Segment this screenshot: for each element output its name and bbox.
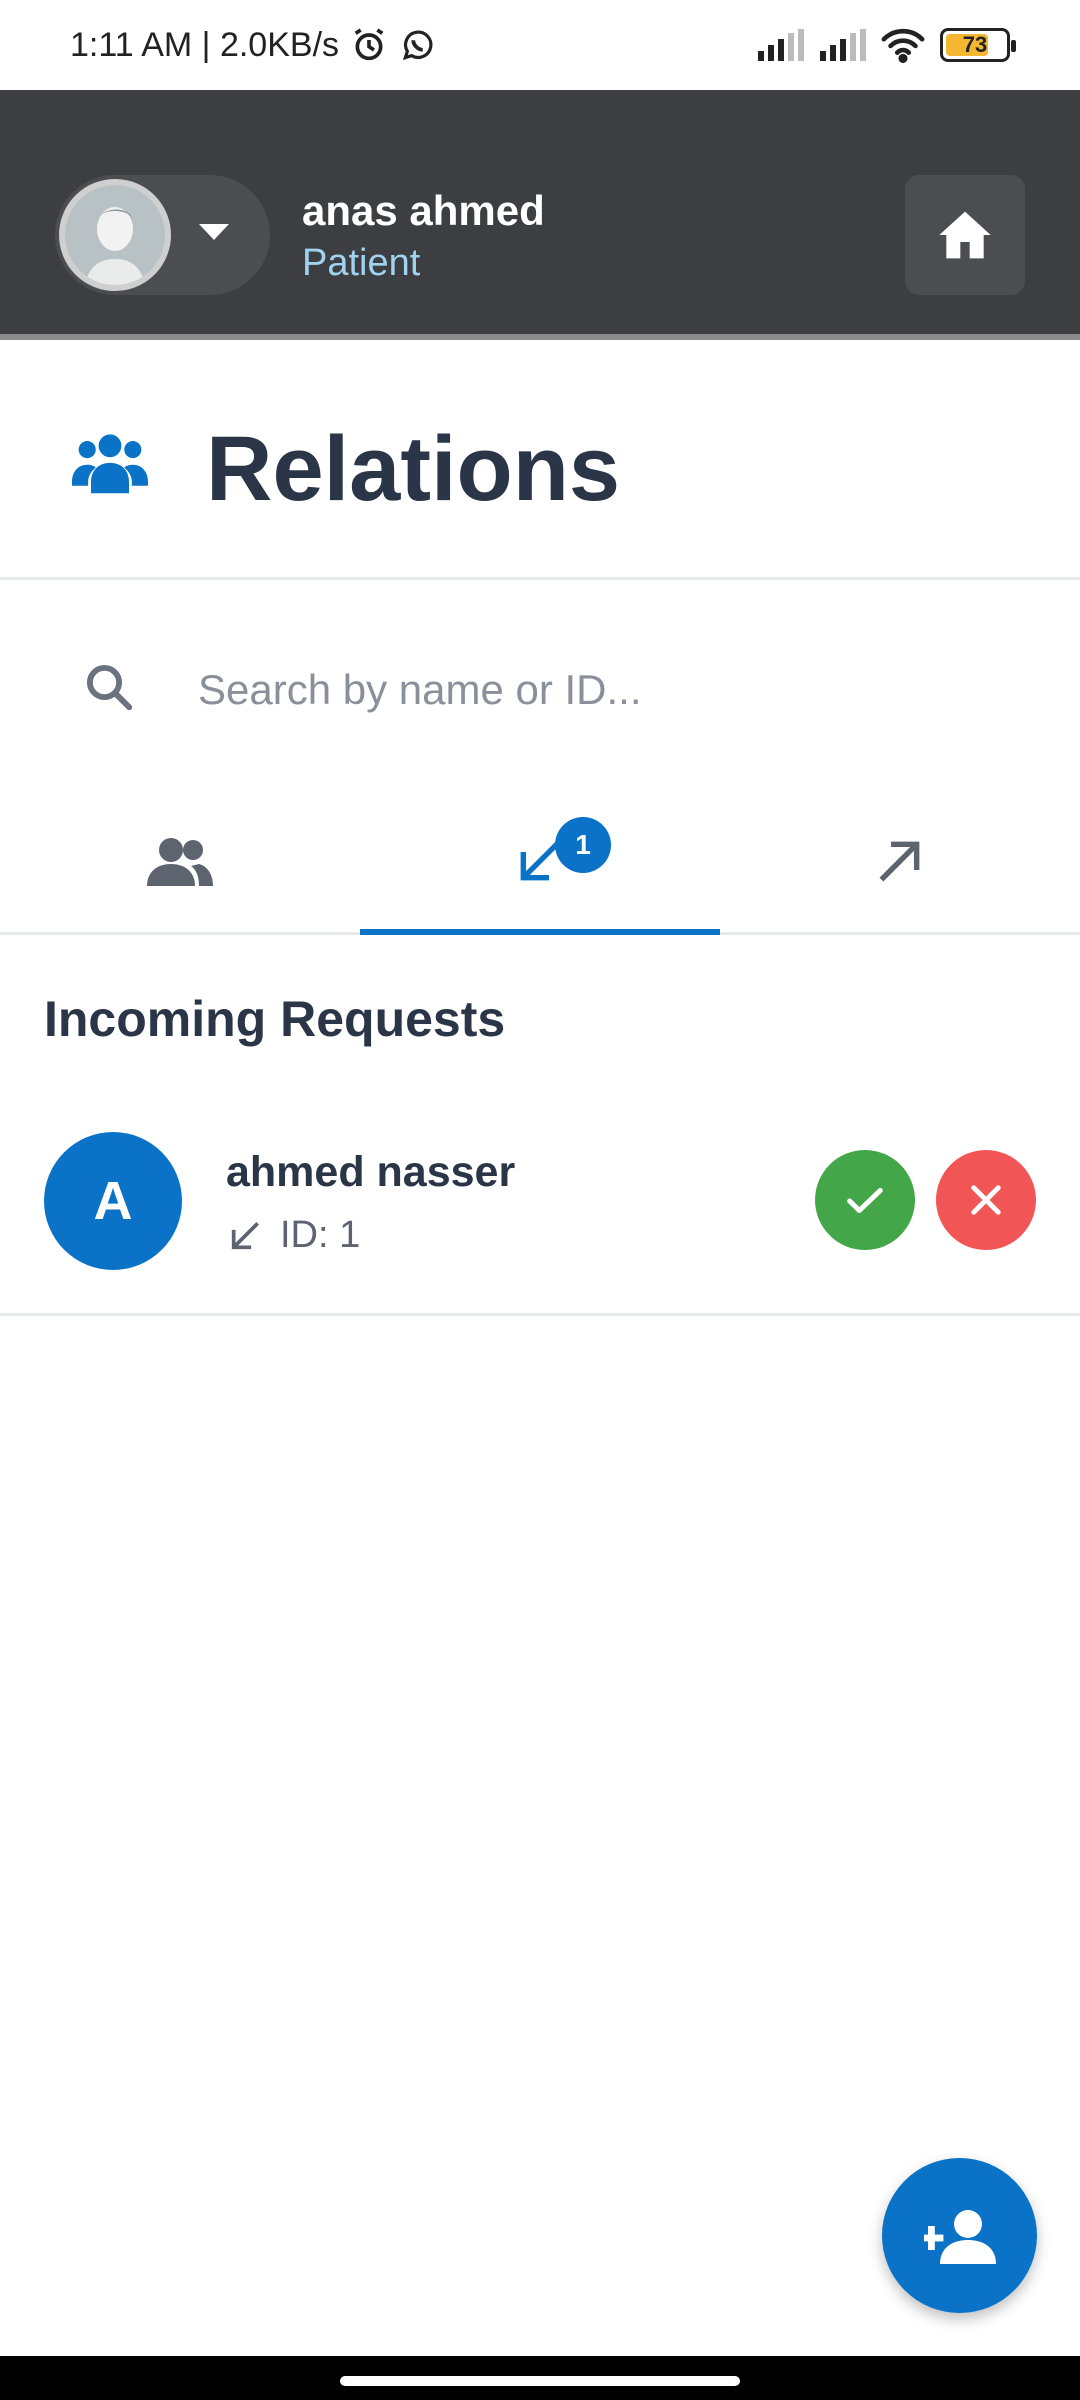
users-icon bbox=[147, 838, 213, 886]
profile-menu-button[interactable] bbox=[55, 175, 270, 295]
users-icon bbox=[72, 427, 148, 500]
signal-icon bbox=[818, 28, 866, 62]
check-icon bbox=[847, 1187, 883, 1214]
section-title: Incoming Requests bbox=[44, 991, 506, 1047]
caret-down-icon bbox=[199, 223, 229, 247]
app-header: anas ahmed Patient bbox=[0, 90, 1080, 340]
add-relation-button[interactable] bbox=[882, 2158, 1037, 2313]
system-nav-bar bbox=[0, 2356, 1080, 2400]
user-role: Patient bbox=[302, 242, 421, 284]
list-item: A ahmed nasser ID: 1 bbox=[0, 1100, 1080, 1316]
home-icon bbox=[939, 211, 991, 259]
avatar-icon bbox=[59, 179, 171, 291]
close-icon bbox=[971, 1185, 1001, 1215]
battery-icon: 73 bbox=[940, 28, 1016, 62]
page-title: Relations bbox=[206, 418, 621, 520]
wifi-icon bbox=[880, 27, 926, 63]
tab-relations[interactable] bbox=[0, 790, 360, 932]
status-bar: 1:11 AM | 2.0KB/s 73 bbox=[0, 0, 1080, 90]
search-input[interactable] bbox=[196, 650, 1016, 730]
home-gesture-handle[interactable] bbox=[340, 2376, 740, 2386]
whatsapp-icon bbox=[399, 26, 437, 64]
tab-incoming[interactable]: 1 bbox=[360, 790, 720, 935]
accept-button[interactable] bbox=[815, 1150, 915, 1250]
home-button[interactable] bbox=[905, 175, 1025, 295]
add-user-icon bbox=[923, 2209, 996, 2264]
status-time: 1:11 AM | 2.0KB/s bbox=[70, 25, 340, 64]
signal-icon bbox=[756, 28, 804, 62]
relations-tabs: 1 bbox=[0, 790, 1080, 935]
reject-button[interactable] bbox=[936, 1150, 1036, 1250]
user-name: anas ahmed bbox=[302, 187, 545, 234]
request-id-row: ID: 1 bbox=[228, 1214, 360, 1257]
arrow-down-left-icon bbox=[231, 1221, 259, 1249]
tab-outgoing[interactable] bbox=[720, 790, 1080, 932]
battery-level: 73 bbox=[962, 32, 988, 57]
arrow-up-right-icon bbox=[879, 841, 920, 882]
request-id: ID: 1 bbox=[280, 1214, 361, 1256]
request-name: ahmed nasser bbox=[226, 1148, 516, 1196]
search-icon bbox=[82, 660, 136, 719]
search-bar bbox=[0, 620, 1080, 760]
avatar: A bbox=[44, 1132, 182, 1270]
alarm-icon bbox=[349, 25, 389, 65]
page-header: Relations bbox=[0, 345, 1080, 580]
incoming-count-badge: 1 bbox=[555, 817, 611, 873]
